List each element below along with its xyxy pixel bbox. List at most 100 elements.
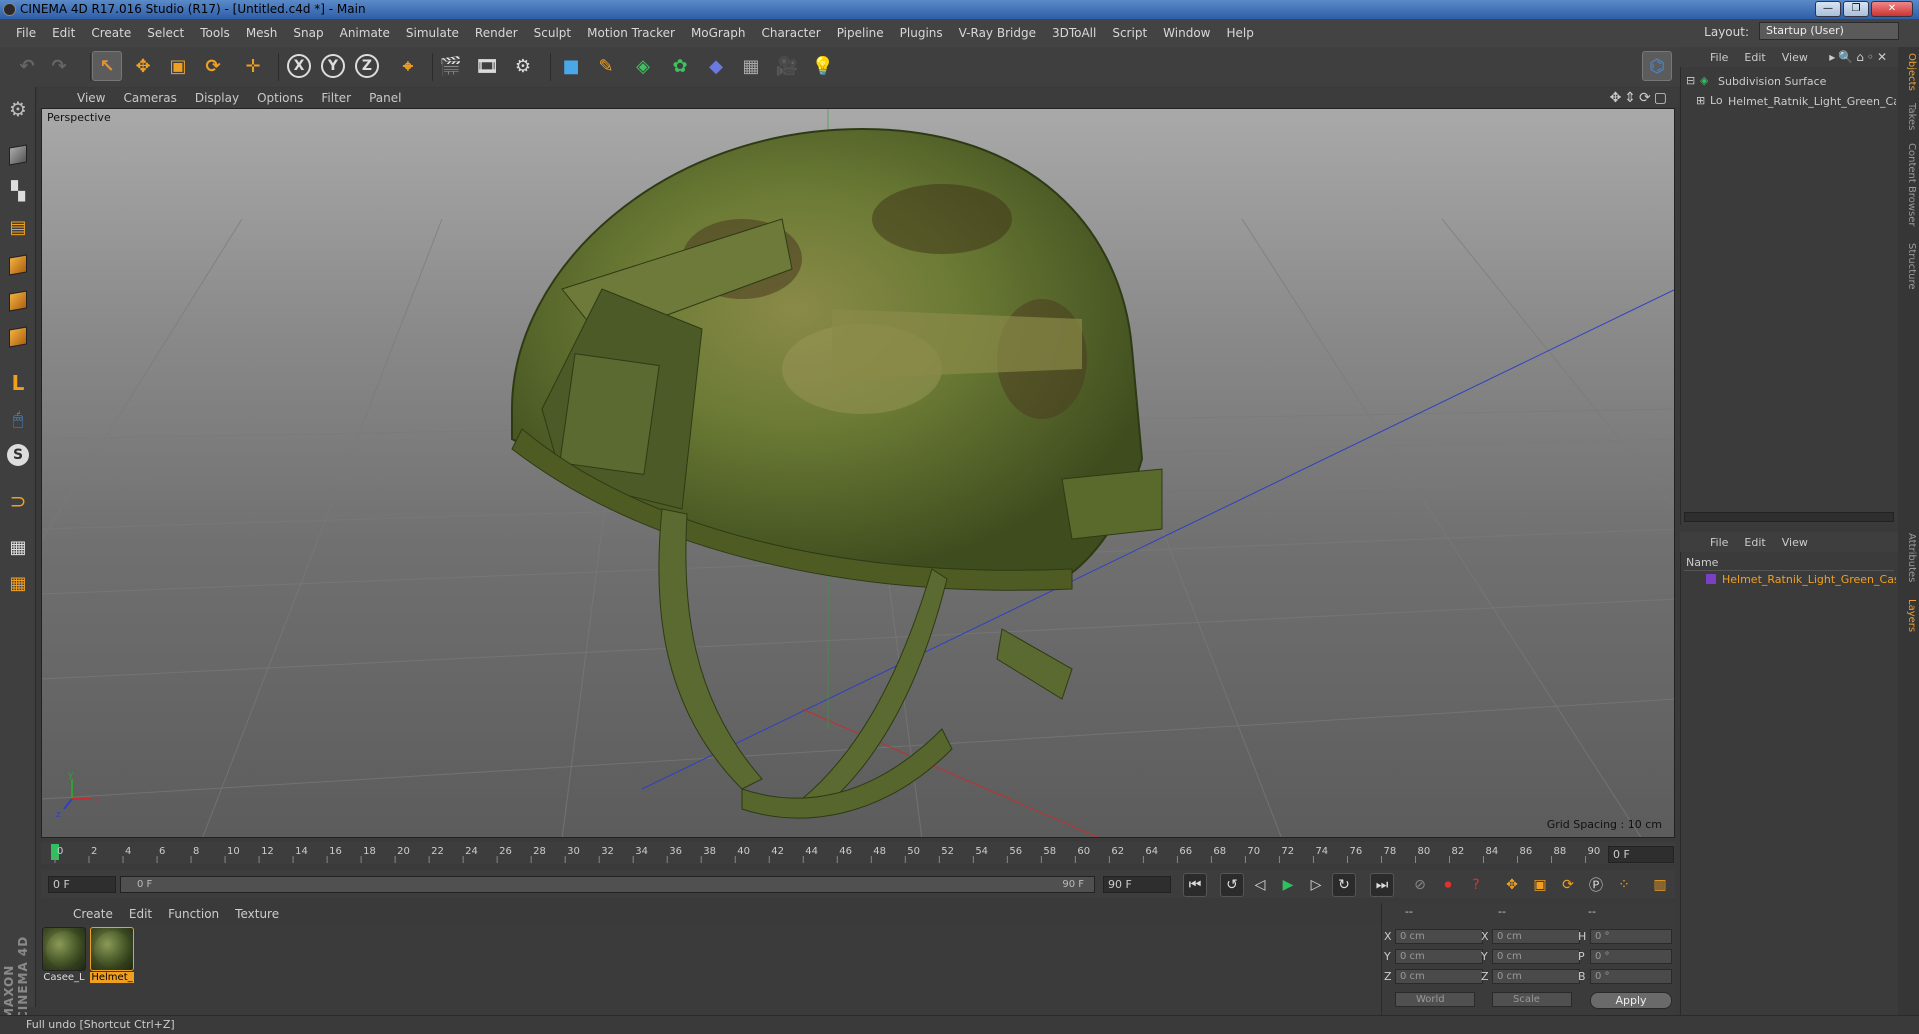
menu-edit[interactable]: Edit <box>44 26 83 40</box>
coord-rot-h-field[interactable]: 0 ° <box>1590 929 1672 944</box>
viewport-menu-display[interactable]: Display <box>186 91 248 105</box>
move-icon[interactable]: ✥ <box>128 51 158 81</box>
apply-button[interactable]: Apply <box>1590 992 1672 1009</box>
object-menu-view[interactable]: View <box>1774 51 1816 64</box>
autokey-icon[interactable]: ⏺ <box>1436 873 1460 897</box>
object-subdivision-surface[interactable]: Subdivision Surface <box>1718 75 1826 88</box>
polygons-mode-icon[interactable] <box>4 323 32 351</box>
material-menu-create[interactable]: Create <box>65 907 121 921</box>
menu-motion-tracker[interactable]: Motion Tracker <box>579 26 683 40</box>
coord-pos-x-field[interactable]: 0 cm <box>1395 929 1483 944</box>
make-editable-icon[interactable]: ⚙ <box>4 95 32 123</box>
subdivision-surface-icon[interactable]: ◈ <box>628 51 658 81</box>
axis-mode-icon[interactable]: L <box>4 369 32 397</box>
y-axis-lock-icon[interactable]: Y <box>318 51 348 81</box>
coord-size-z-field[interactable]: 0 cm <box>1492 969 1580 984</box>
render-settings-icon[interactable]: ⚙ <box>508 51 538 81</box>
key-scale-icon[interactable]: ▣ <box>1528 873 1552 897</box>
tab-objects[interactable]: Objects <box>1900 53 1917 91</box>
menu-plugins[interactable]: Plugins <box>892 26 951 40</box>
planar-workplane-icon[interactable]: ▦ <box>4 569 32 597</box>
viewport-menu-panel[interactable]: Panel <box>360 91 410 105</box>
light-icon[interactable]: 💡 <box>808 51 838 81</box>
live-selection-icon[interactable]: ↖ <box>92 51 122 81</box>
lock-workplane-icon[interactable]: ▦ <box>4 533 32 561</box>
layer-menu-view[interactable]: View <box>1774 536 1816 549</box>
menu-file[interactable]: File <box>8 26 44 40</box>
menu-script[interactable]: Script <box>1104 26 1155 40</box>
scale-icon[interactable]: ▣ <box>163 51 193 81</box>
pen-spline-icon[interactable]: ✎ <box>591 51 621 81</box>
material-menu-function[interactable]: Function <box>160 907 227 921</box>
material-menu-edit[interactable]: Edit <box>121 907 160 921</box>
cloner-icon[interactable]: ✿ <box>665 51 695 81</box>
points-mode-icon[interactable] <box>4 251 32 279</box>
floor-scene-icon[interactable]: ▦ <box>736 51 766 81</box>
snapping-icon[interactable]: S <box>4 441 32 469</box>
coord-size-y-field[interactable]: 0 cm <box>1492 949 1580 964</box>
menu-3dtoall[interactable]: 3DToAll <box>1044 26 1104 40</box>
timeline-ruler[interactable]: 0 2 4 6 8 10 12 14 16 18 20 22 24 26 28 30 32 34 36 38 40 42 4… <box>41 842 1675 864</box>
menu-snap[interactable]: Snap <box>285 26 331 40</box>
model-mode-icon[interactable] <box>4 141 32 169</box>
camera-icon[interactable]: 🎥 <box>772 51 802 81</box>
tab-structure[interactable]: Structure <box>1900 243 1917 290</box>
python-icon[interactable]: ⌬ <box>1642 51 1672 81</box>
key-position-icon[interactable]: ✥ <box>1500 873 1524 897</box>
layer-color-swatch[interactable] <box>1706 574 1716 584</box>
object-helmet[interactable]: Helmet_Ratnik_Light_Green_Case <box>1728 95 1896 108</box>
menu-create[interactable]: Create <box>83 26 139 40</box>
viewport-menu-view[interactable]: View <box>68 91 114 105</box>
key-rotation-icon[interactable]: ⟳ <box>1556 873 1580 897</box>
menu-mesh[interactable]: Mesh <box>238 26 286 40</box>
object-manager-tool-icons[interactable]: ▸🔍⌂◦✕ <box>1829 50 1890 64</box>
previous-frame-icon[interactable]: ◁ <box>1248 873 1272 897</box>
goto-start-icon[interactable]: ⏮ <box>1183 873 1207 897</box>
tweak-mode-icon[interactable]: 🖱 <box>4 405 32 433</box>
goto-end-icon[interactable]: ⏭ <box>1370 873 1394 897</box>
maximize-button[interactable]: ❐ <box>1843 1 1869 17</box>
coord-pos-z-field[interactable]: 0 cm <box>1395 969 1483 984</box>
menu-select[interactable]: Select <box>139 26 192 40</box>
menu-sculpt[interactable]: Sculpt <box>526 26 579 40</box>
object-manager-scrollbar[interactable] <box>1684 512 1894 522</box>
menu-character[interactable]: Character <box>753 26 828 40</box>
deformer-icon[interactable]: ◆ <box>701 51 731 81</box>
tree-expand-icon[interactable]: ⊟ <box>1686 74 1695 87</box>
magnet-icon[interactable]: ⊃ <box>4 487 32 515</box>
key-parameter-icon[interactable]: Ⓟ <box>1584 873 1608 897</box>
start-frame-field[interactable]: 0 F <box>48 876 116 893</box>
render-picture-viewer-icon[interactable]: 🎞 <box>472 51 502 81</box>
menu-tools[interactable]: Tools <box>192 26 238 40</box>
rotate-icon[interactable]: ⟳ <box>198 51 228 81</box>
workplane-mode-icon[interactable]: ▤ <box>4 213 32 241</box>
perspective-viewport[interactable]: y x z Perspective Grid Spacing : 10 cm <box>41 108 1675 838</box>
viewport-menu-filter[interactable]: Filter <box>312 91 360 105</box>
coord-size-x-field[interactable]: 0 cm <box>1492 929 1580 944</box>
close-button[interactable]: ✕ <box>1871 1 1913 17</box>
undo-icon[interactable]: ↶ <box>12 51 42 81</box>
play-forward-icon[interactable]: ▶ <box>1276 873 1300 897</box>
tree-expand-icon[interactable]: ⊞ <box>1696 94 1705 107</box>
current-frame-field[interactable]: 0 F <box>1608 846 1674 863</box>
viewport-nav-icons[interactable]: ✥⇕⟳▢ <box>1610 90 1670 106</box>
preview-range-slider[interactable]: 0 F 90 F <box>120 876 1095 893</box>
record-keys-icon[interactable]: ⊘ <box>1408 873 1432 897</box>
menu-mograph[interactable]: MoGraph <box>683 26 754 40</box>
tab-takes[interactable]: Takes <box>1900 103 1917 130</box>
previous-key-icon[interactable]: ↺ <box>1220 873 1244 897</box>
menu-animate[interactable]: Animate <box>332 26 398 40</box>
menu-help[interactable]: Help <box>1218 26 1261 40</box>
timeline-window-icon[interactable]: ▥ <box>1648 873 1672 897</box>
coord-type-dropdown[interactable]: Scale <box>1492 992 1572 1007</box>
object-menu-file[interactable]: File <box>1702 51 1736 64</box>
cube-object-icon[interactable]: ■ <box>556 51 586 81</box>
render-view-icon[interactable]: 🎬 <box>436 51 466 81</box>
material-swatch-selected[interactable] <box>90 927 134 971</box>
coord-mode-dropdown[interactable]: World <box>1395 992 1475 1007</box>
key-pla-icon[interactable]: ⁘ <box>1612 873 1636 897</box>
next-frame-icon[interactable]: ▷ <box>1304 873 1328 897</box>
coord-pos-y-field[interactable]: 0 cm <box>1395 949 1483 964</box>
object-menu-edit[interactable]: Edit <box>1736 51 1773 64</box>
edges-mode-icon[interactable] <box>4 287 32 315</box>
